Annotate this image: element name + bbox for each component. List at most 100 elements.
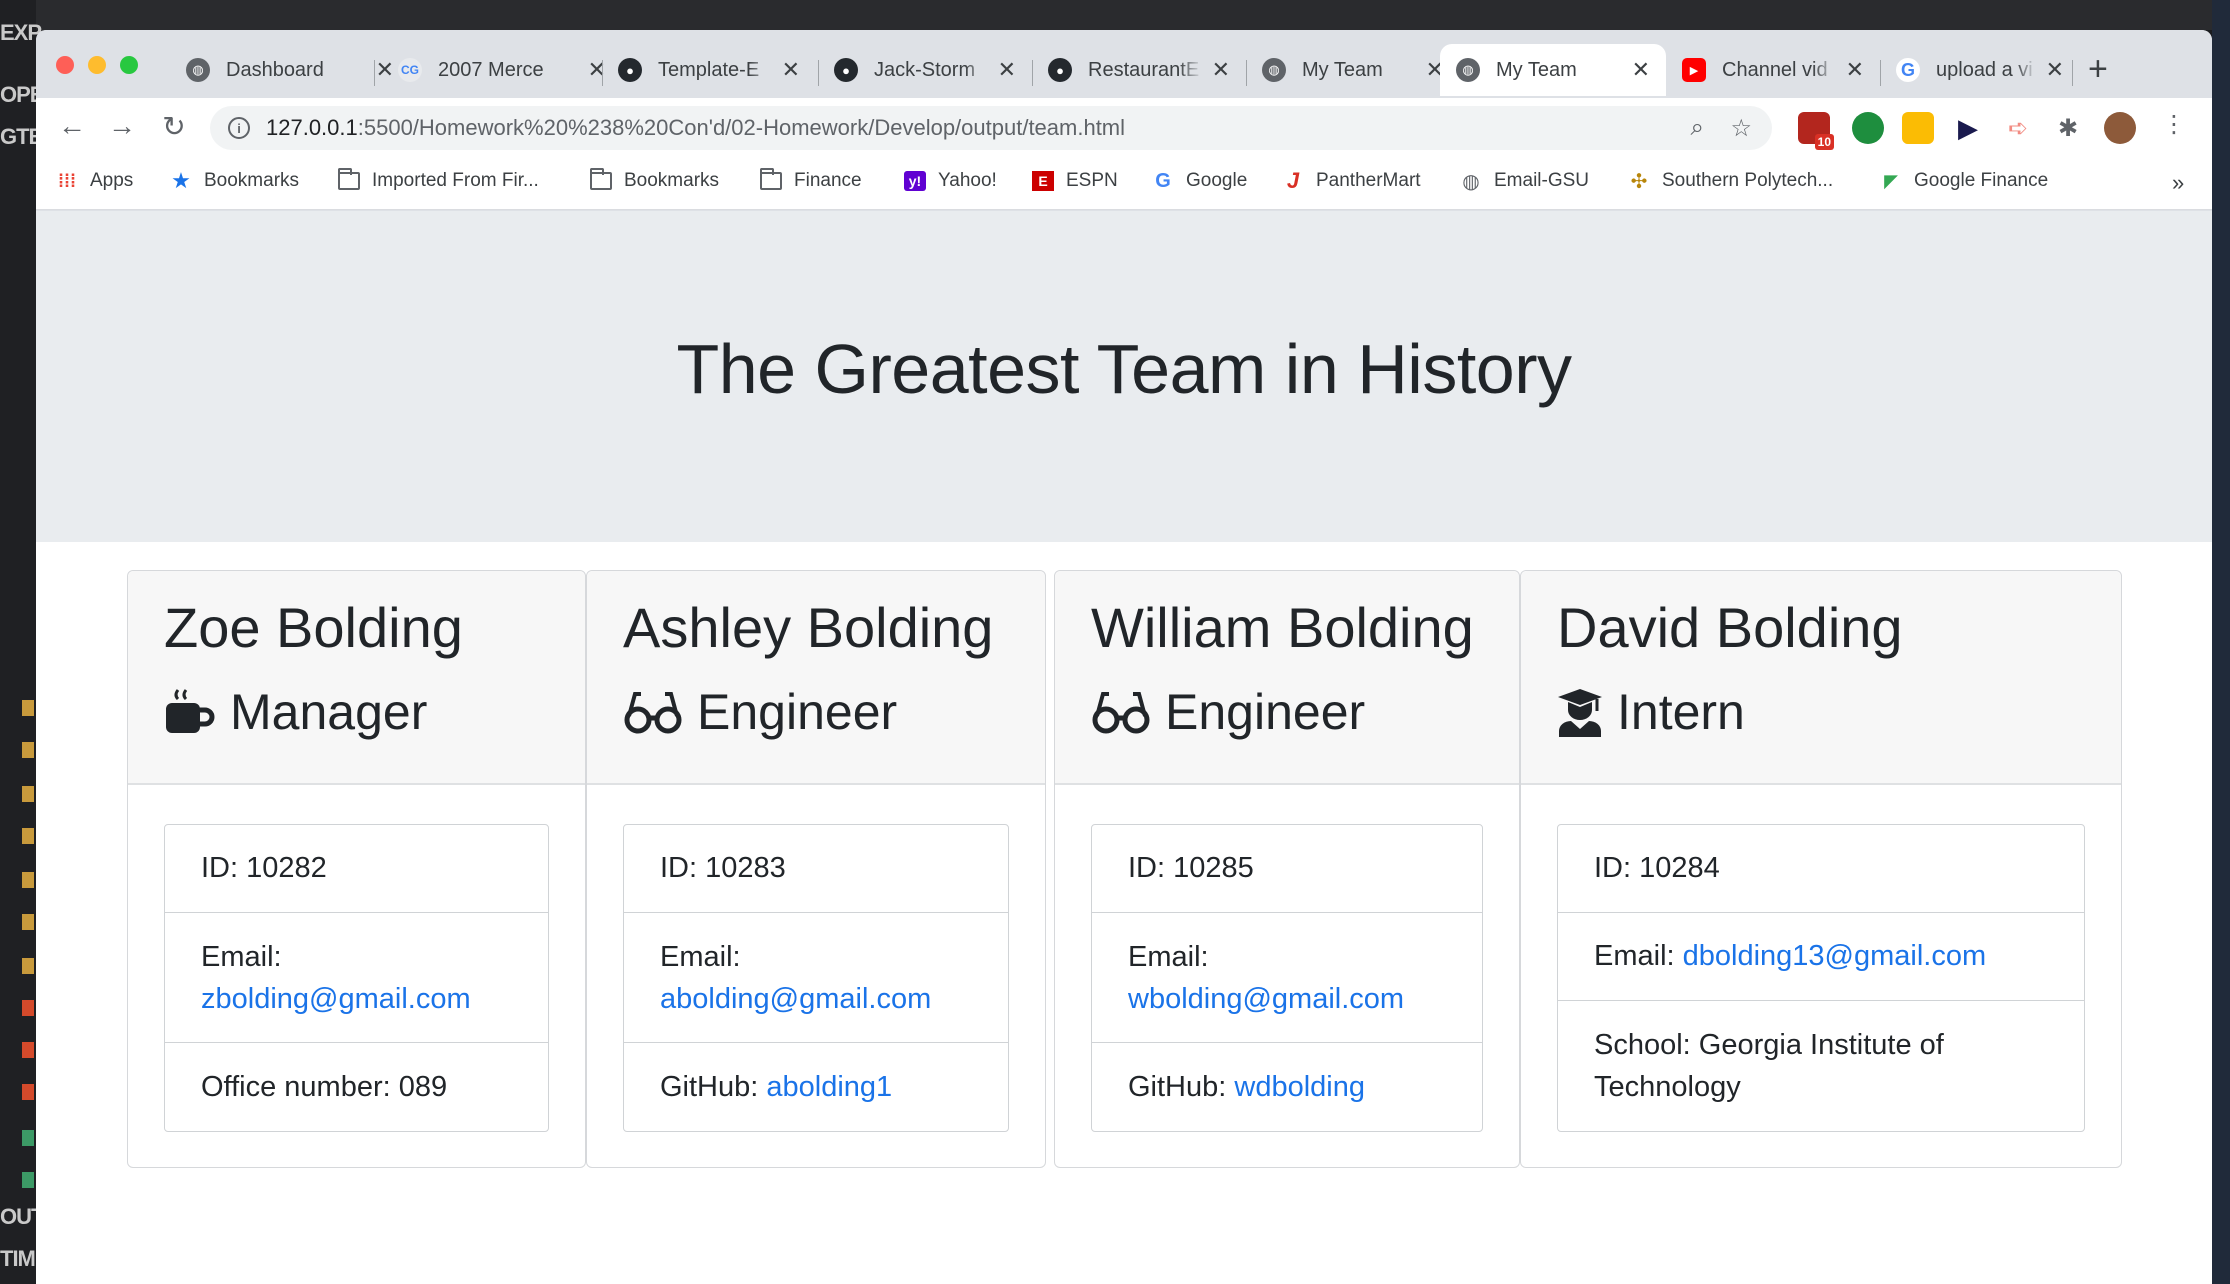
extension-calendar-plus-icon[interactable]	[1902, 112, 1934, 144]
bookmark-finance-folder[interactable]: Finance	[760, 168, 862, 192]
tab-jack-storm[interactable]: ● Jack-Storm ✕	[818, 44, 1032, 96]
star-icon: ★	[171, 168, 191, 193]
bookmark-label: Yahoo!	[938, 170, 997, 191]
employee-role: Engineer	[1091, 683, 1365, 741]
address-bar[interactable]: i 127.0.0.1:5500/Homework%20%238%20Con'd…	[210, 106, 1772, 150]
bg-folder-icon	[22, 742, 34, 758]
extensions-puzzle-icon[interactable]: ✱	[2052, 112, 2084, 144]
email-link[interactable]: zbolding@gmail.com	[201, 983, 471, 1015]
polytech-icon: ✣	[1630, 170, 1648, 193]
bg-folder-icon	[22, 872, 34, 888]
zoom-icon[interactable]: ⌕	[1691, 106, 1704, 150]
email-label: Email:	[1594, 940, 1683, 972]
globe-icon: ◍	[1462, 170, 1480, 193]
bookmark-google[interactable]: G Google	[1152, 170, 1247, 192]
folder-icon	[760, 168, 782, 191]
tab-my-team-active[interactable]: ◍ My Team ✕	[1440, 44, 1666, 96]
espn-icon: E	[1032, 171, 1054, 191]
tab-template[interactable]: ● Template-E ✕	[602, 44, 816, 96]
github-item: GitHub: abolding1	[624, 1043, 1008, 1131]
tab-upload-video[interactable]: G upload a vi ✕	[1880, 44, 2080, 96]
bookmarks-overflow-chevron-icon[interactable]: »	[2172, 170, 2184, 196]
youtube-icon: ▶	[1682, 58, 1706, 82]
close-icon[interactable]: ✕	[998, 57, 1016, 83]
bg-folder-icon	[22, 914, 34, 930]
card-header: William Bolding Engineer	[1055, 571, 1519, 785]
tab-channel-videos[interactable]: ▶ Channel vid ✕	[1666, 44, 1880, 96]
bg-folder-icon	[22, 828, 34, 844]
bookmark-bookmarks-star[interactable]: ★ Bookmarks	[170, 168, 300, 193]
email-link[interactable]: abolding@gmail.com	[660, 983, 931, 1015]
yahoo-icon: y!	[904, 171, 926, 191]
details-list: ID: 10284 Email: dbolding13@gmail.com Sc…	[1557, 824, 2085, 1132]
github-link[interactable]: abolding1	[766, 1071, 892, 1104]
email-link[interactable]: dbolding13@gmail.com	[1683, 940, 1987, 973]
glasses-icon	[1092, 692, 1150, 734]
tab-title: My Team	[1302, 58, 1383, 81]
back-arrow-icon[interactable]: ←	[54, 110, 90, 142]
browser-toolbar: ← → ↻ i 127.0.0.1:5500/Homework%20%238%2…	[36, 98, 2212, 158]
office-number-item: Office number: 089	[201, 1070, 448, 1103]
tab-title: Jack-Storm	[874, 58, 976, 81]
new-tab-button[interactable]: +	[2088, 50, 2108, 89]
bg-image-file-icon	[22, 1130, 34, 1146]
tab-title: RestaurantE	[1088, 58, 1200, 81]
maximize-window-button[interactable]	[120, 56, 138, 74]
minimize-window-button[interactable]	[88, 56, 106, 74]
employee-role: Manager	[164, 683, 427, 741]
bookmark-apps[interactable]: ⁞⁞⁞ Apps	[56, 170, 133, 192]
reload-icon[interactable]: ↻	[156, 110, 192, 143]
close-icon[interactable]: ✕	[2046, 57, 2064, 83]
employee-role: Engineer	[623, 683, 897, 741]
email-item: Email: zbolding@gmail.com	[165, 913, 548, 1043]
bookmark-yahoo[interactable]: y! Yahoo!	[904, 170, 997, 192]
extension-calendar-icon[interactable]: 10	[1798, 112, 1834, 150]
employee-name: Zoe Bolding	[164, 596, 463, 659]
bg-folder-icon	[22, 700, 34, 716]
profile-avatar[interactable]	[2104, 112, 2136, 144]
google-finance-icon: ◤	[1884, 170, 1898, 191]
details-list: ID: 10282 Email: zbolding@gmail.com Offic…	[164, 824, 549, 1132]
bookmark-email-gsu[interactable]: ◍ Email-GSU	[1460, 170, 1589, 193]
github-link[interactable]: wdbolding	[1234, 1071, 1365, 1104]
extension-play-icon[interactable]: ▶	[1952, 112, 1984, 144]
bookmark-southern-polytech[interactable]: ✣ Southern Polytech...	[1628, 170, 1834, 193]
close-icon[interactable]: ✕	[1632, 57, 1650, 83]
tab-my-team[interactable]: ◍ My Team ✕	[1246, 44, 1460, 96]
site-info-icon[interactable]: i	[228, 117, 250, 139]
close-icon[interactable]: ✕	[1212, 57, 1230, 83]
menu-kebab-icon[interactable]: ⋮	[2156, 110, 2192, 139]
employee-name: Ashley Bolding	[623, 596, 994, 659]
bg-folder-icon	[22, 958, 34, 974]
extension-grammar-icon[interactable]	[1852, 112, 1884, 144]
bookmark-label: Bookmarks	[624, 170, 720, 191]
email-link[interactable]: wbolding@gmail.com	[1128, 983, 1404, 1015]
card-header: Ashley Bolding Engineer	[587, 571, 1045, 785]
id-item: ID: 10285	[1092, 825, 1482, 913]
close-icon[interactable]: ✕	[1846, 57, 1864, 83]
extension-arrow-icon[interactable]: ➪	[2002, 112, 2034, 144]
bookmark-label: Bookmarks	[204, 170, 300, 191]
bookmark-star-icon[interactable]: ☆	[1730, 106, 1752, 150]
bookmark-espn[interactable]: E ESPN	[1032, 170, 1118, 192]
bookmark-label: Southern Polytech...	[1662, 170, 1834, 191]
forward-arrow-icon[interactable]: →	[104, 110, 140, 142]
globe-icon: ◍	[1456, 58, 1480, 82]
tab-title: Template-E	[658, 58, 760, 81]
folder-icon	[338, 168, 360, 191]
bookmark-bookmarks-folder[interactable]: Bookmarks	[590, 168, 720, 192]
github-label: GitHub:	[1128, 1070, 1235, 1103]
globe-icon: ◍	[186, 58, 210, 82]
browser-window: ◍ Dashboard ✕ CG 2007 Merce ✕ ● Template…	[36, 30, 2212, 1284]
tab-restaurant[interactable]: ● RestaurantE ✕	[1032, 44, 1246, 96]
close-icon[interactable]: ✕	[782, 57, 800, 83]
bookmark-label: Imported From Fir...	[372, 170, 539, 191]
tab-title: upload a vi	[1936, 58, 2033, 81]
bookmark-imported-folder[interactable]: Imported From Fir...	[338, 168, 539, 192]
jumbotron: The Greatest Team in History	[36, 211, 2212, 542]
bookmark-google-finance[interactable]: ◤ Google Finance	[1880, 170, 2048, 192]
tab-2007-merce[interactable]: CG 2007 Merce ✕	[382, 44, 622, 96]
bookmark-panthermart[interactable]: J PantherMart	[1282, 168, 1421, 193]
close-window-button[interactable]	[56, 56, 74, 74]
apps-grid-icon: ⁞⁞⁞	[58, 170, 76, 191]
